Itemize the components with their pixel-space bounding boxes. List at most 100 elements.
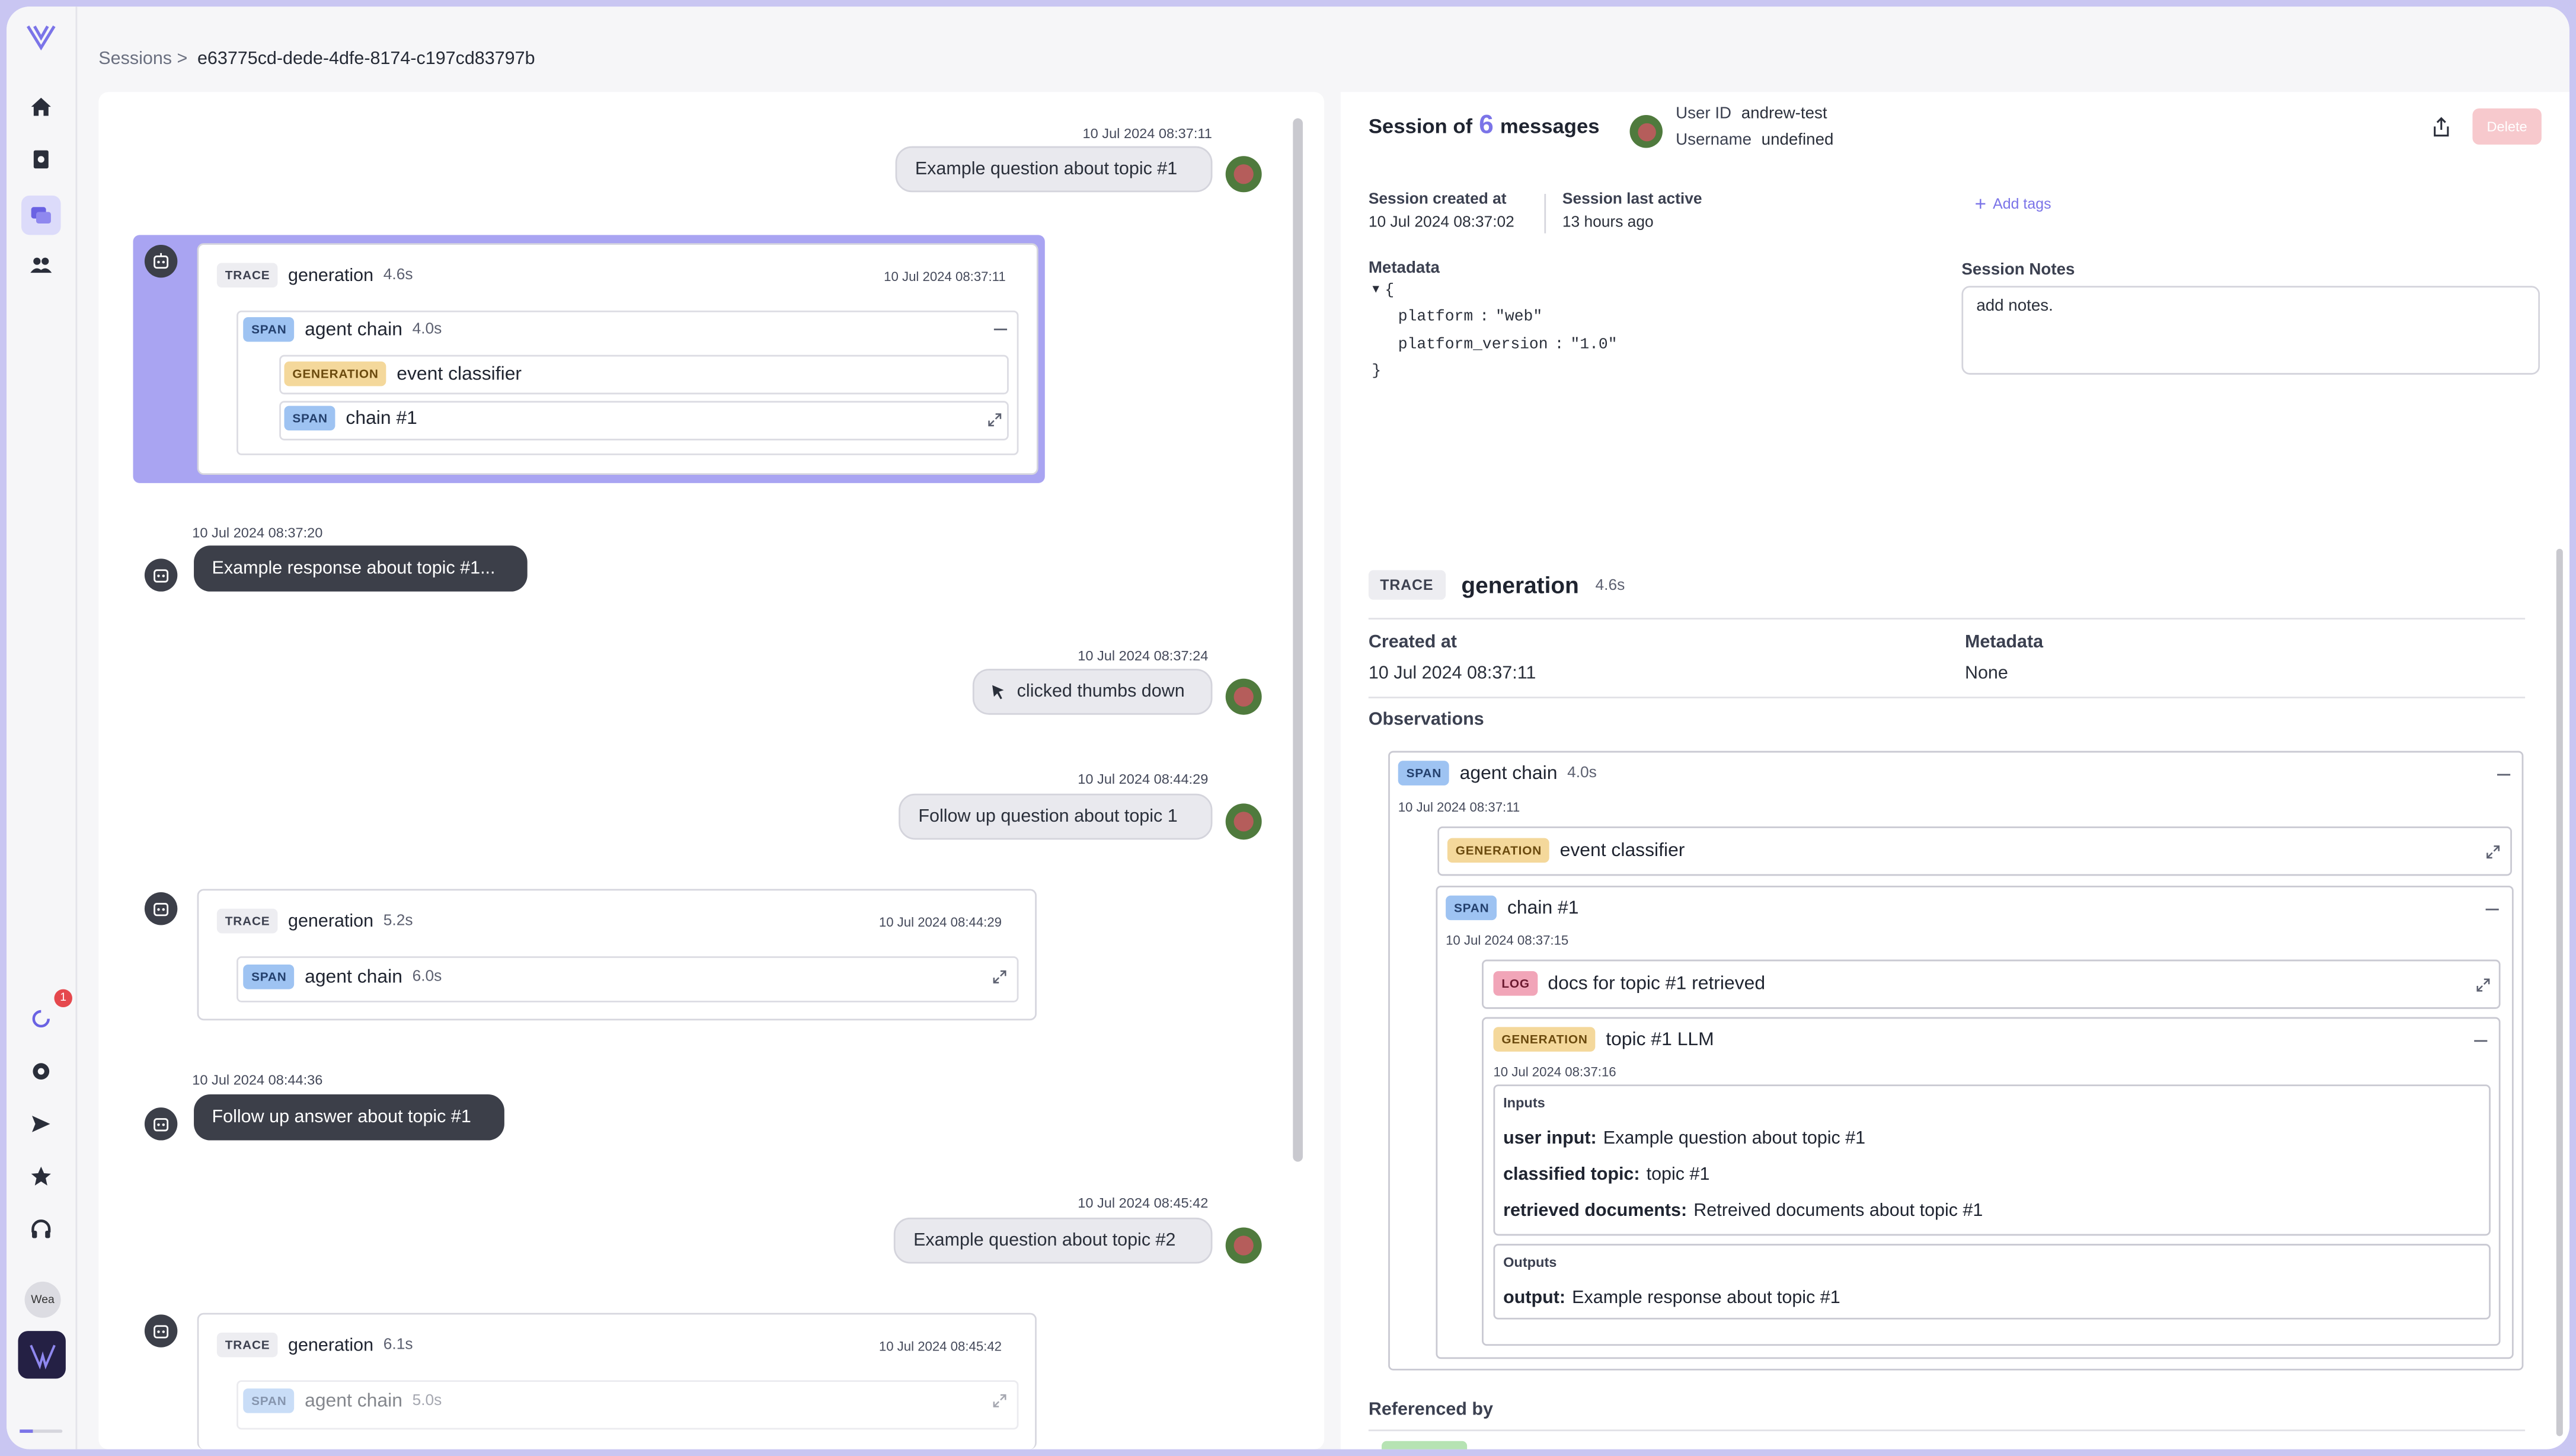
document-icon[interactable] xyxy=(25,143,57,175)
referenced-by-label: Referenced by xyxy=(1368,1400,1493,1420)
breadcrumb: Sessions > e63775cd-dede-4dfe-8174-c197cd… xyxy=(98,49,535,69)
user-id-value: andrew-test xyxy=(1741,105,1827,123)
divider xyxy=(1368,618,2526,620)
send-icon[interactable] xyxy=(25,1107,57,1140)
bot-avatar-icon xyxy=(144,558,178,592)
brand-logo-icon[interactable] xyxy=(18,1331,66,1379)
delete-button[interactable]: Delete xyxy=(2472,108,2542,145)
share-icon[interactable] xyxy=(2431,117,2451,138)
home-icon[interactable] xyxy=(25,90,57,123)
trace-timestamp: 10 Jul 2024 08:44:29 xyxy=(878,915,1002,930)
user-avatar xyxy=(1629,115,1663,148)
input-key: classified topic: xyxy=(1503,1165,1640,1185)
assistant-message: Example response about topic #1... xyxy=(194,545,528,592)
collapse-icon[interactable] xyxy=(993,328,1008,331)
span-name: agent chain xyxy=(305,967,402,987)
json-value: "web" xyxy=(1495,307,1543,325)
expand-icon[interactable] xyxy=(992,1393,1007,1408)
span-duration: 6.0s xyxy=(412,968,442,986)
bot-avatar-icon xyxy=(144,244,178,278)
notes-label: Session Notes xyxy=(1961,261,2075,280)
created-label: Session created at xyxy=(1368,190,1507,209)
span-tag: SPAN xyxy=(1446,895,1498,921)
span-name: agent chain xyxy=(1459,763,1558,783)
chat-icon[interactable] xyxy=(21,195,61,235)
breadcrumb-session-id: e63775cd-dede-4dfe-8174-c197cd83797b xyxy=(197,49,535,69)
message-timestamp: 10 Jul 2024 08:45:42 xyxy=(1078,1195,1209,1211)
span-tag: SPAN xyxy=(284,405,336,431)
username-label: Username xyxy=(1676,131,1752,150)
observations-label: Observations xyxy=(1368,710,1484,730)
app-window: 1 Wea Sessions > e63775cd-dede-4dfe-8174-… xyxy=(7,7,2569,1449)
chat-scrollbar[interactable] xyxy=(1293,118,1303,1162)
detail-scrollbar[interactable] xyxy=(2556,548,2563,1436)
logo-icon[interactable] xyxy=(23,20,59,56)
observation-name: docs for topic #1 retrieved xyxy=(1548,973,1766,994)
divider xyxy=(1368,1429,2526,1432)
trace-duration: 4.6s xyxy=(1595,576,1625,594)
divider xyxy=(1368,697,2526,698)
users-icon[interactable] xyxy=(25,248,57,281)
expand-icon[interactable] xyxy=(987,413,1002,427)
metadata-label: Metadata xyxy=(1368,259,1440,278)
span-tag: SPAN xyxy=(243,317,295,342)
bot-avatar-icon xyxy=(144,892,178,925)
collapse-icon[interactable] xyxy=(2497,774,2511,776)
headphones-icon[interactable] xyxy=(25,1213,57,1246)
trace-name: generation xyxy=(1461,571,1579,598)
add-tags-button[interactable]: + Add tags xyxy=(1975,192,2051,215)
bot-avatar-icon xyxy=(144,1107,178,1141)
output-key: output: xyxy=(1503,1288,1566,1308)
settings-icon[interactable] xyxy=(25,1055,57,1087)
divider xyxy=(1544,194,1546,234)
user-message: Example question about topic #2 xyxy=(893,1217,1213,1264)
bot-avatar-icon xyxy=(144,1314,178,1348)
star-icon[interactable] xyxy=(25,1160,57,1193)
span-duration: 4.0s xyxy=(412,320,442,339)
span-duration: 4.0s xyxy=(1567,764,1597,783)
collapse-icon[interactable] xyxy=(2474,1040,2488,1042)
session-notes-textarea[interactable]: add notes. xyxy=(1961,286,2540,375)
expand-icon[interactable] xyxy=(2476,978,2491,992)
caret-down-icon[interactable]: ▼ xyxy=(1370,285,1382,296)
breadcrumb-sessions-link[interactable]: Sessions > xyxy=(98,49,187,69)
message-timestamp: 10 Jul 2024 08:44:29 xyxy=(1078,770,1209,787)
message-timestamp: 10 Jul 2024 08:37:11 xyxy=(1082,124,1212,142)
span-tag: SPAN xyxy=(243,964,295,989)
json-value: "1.0" xyxy=(1570,335,1618,353)
collapse-icon[interactable] xyxy=(2485,908,2499,911)
metadata-value: None xyxy=(1964,663,2008,684)
json-key: platform_version xyxy=(1398,335,1548,353)
input-value: topic #1 xyxy=(1646,1165,1710,1185)
trace-duration: 6.1s xyxy=(383,1336,413,1354)
input-value: Example question about topic #1 xyxy=(1603,1129,1866,1149)
refresh-icon[interactable] xyxy=(25,1002,57,1035)
message-timestamp: 10 Jul 2024 08:37:20 xyxy=(192,524,323,541)
inputs-label: Inputs xyxy=(1503,1094,1545,1111)
trace-name: generation xyxy=(288,911,374,931)
expand-icon[interactable] xyxy=(2486,845,2501,860)
generation-timestamp: 10 Jul 2024 08:37:16 xyxy=(1493,1065,1616,1080)
input-key: retrieved documents: xyxy=(1503,1201,1687,1221)
user-avatar xyxy=(1225,803,1262,840)
workspace-avatar[interactable]: Wea xyxy=(24,1281,61,1318)
user-message: Example question about topic #1 xyxy=(895,146,1213,193)
trace-duration: 5.2s xyxy=(383,912,413,930)
user-avatar xyxy=(1225,1227,1262,1264)
sidebar: 1 Wea xyxy=(7,7,78,1449)
span-name[interactable]: agent chain xyxy=(305,320,402,339)
reference-tag[interactable] xyxy=(1381,1441,1468,1449)
assistant-message: Follow up answer about topic #1 xyxy=(194,1094,504,1141)
span-tag: SPAN xyxy=(1398,761,1450,786)
user-id-label: User ID xyxy=(1676,105,1732,123)
user-message: Follow up question about topic 1 xyxy=(899,793,1213,840)
add-tags-label: Add tags xyxy=(1993,195,2051,212)
observation-name: chain #1 xyxy=(346,408,417,429)
session-title-suffix: messages xyxy=(1500,115,1600,138)
plus-icon: + xyxy=(1974,192,1987,216)
message-count: 6 xyxy=(1479,111,1494,140)
progress-indicator xyxy=(20,1429,63,1433)
session-title: Session of 6 messages xyxy=(1369,111,1600,141)
span-name: agent chain xyxy=(305,1391,402,1411)
expand-icon[interactable] xyxy=(992,969,1007,984)
